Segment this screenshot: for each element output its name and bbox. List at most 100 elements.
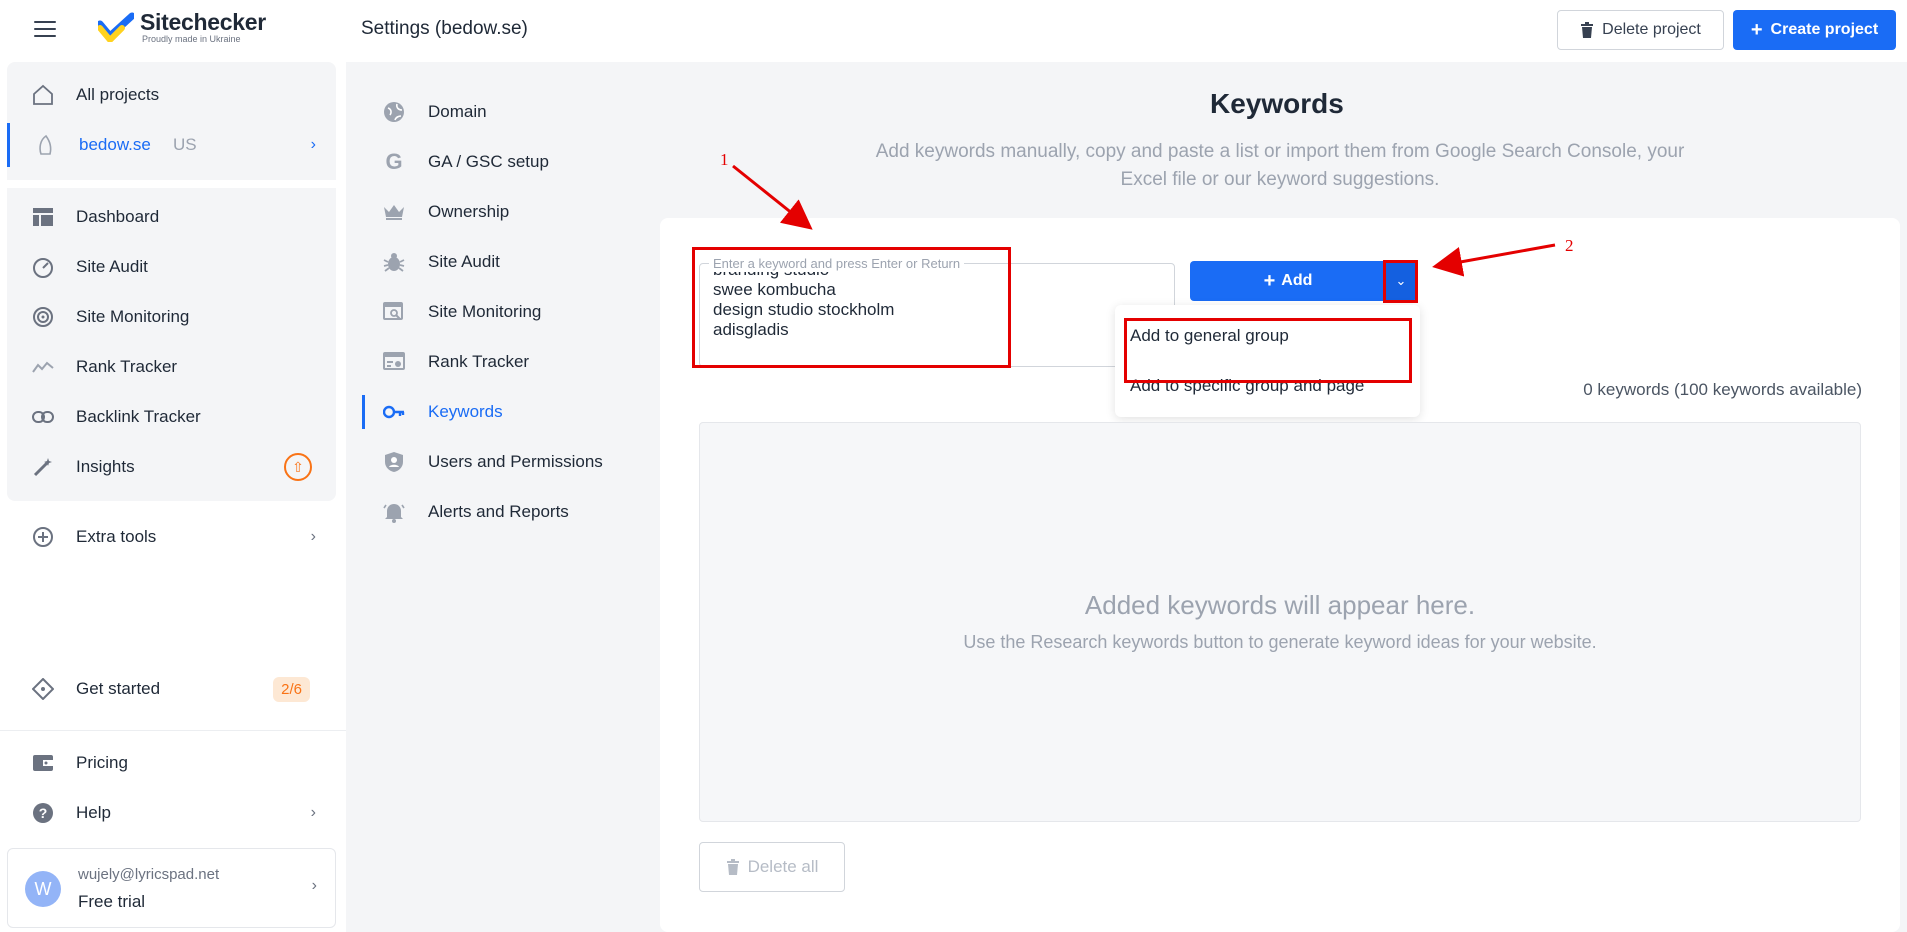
settings-item-alerts-reports[interactable]: Alerts and Reports bbox=[362, 492, 652, 532]
settings-item-ga-gsc[interactable]: G GA / GSC setup bbox=[362, 142, 652, 182]
add-button[interactable]: + Add bbox=[1190, 261, 1386, 301]
link-icon bbox=[31, 405, 55, 429]
bell-icon bbox=[382, 500, 406, 524]
divider bbox=[0, 730, 346, 731]
shield-user-icon bbox=[382, 450, 406, 474]
delete-all-button[interactable]: Delete all bbox=[699, 842, 845, 892]
settings-item-label: Users and Permissions bbox=[428, 452, 603, 471]
wallet-icon bbox=[31, 751, 55, 775]
brand-logo[interactable]: Sitechecker Proudly made in Ukraine bbox=[98, 10, 266, 44]
sidebar-item-label: Extra tools bbox=[76, 527, 157, 546]
monitor-search-icon bbox=[382, 300, 406, 324]
sidebar-item-label: Insights bbox=[76, 457, 135, 476]
rank-window-icon bbox=[382, 350, 406, 374]
settings-item-keywords[interactable]: Keywords bbox=[362, 392, 652, 432]
delete-project-button[interactable]: Delete project bbox=[1557, 10, 1724, 50]
project-name: bedow.se bbox=[79, 135, 151, 154]
settings-item-rank-tracker[interactable]: Rank Tracker bbox=[362, 342, 652, 382]
user-email: wujely@lyricspad.net bbox=[78, 866, 220, 883]
top-header: Sitechecker Proudly made in Ukraine Sett… bbox=[0, 0, 1907, 62]
keywords-empty-state bbox=[699, 422, 1861, 822]
sidebar-item-label: Pricing bbox=[76, 753, 128, 772]
menu-icon[interactable] bbox=[34, 21, 56, 39]
globe-icon bbox=[382, 100, 406, 124]
left-sidebar: All projects bedow.se US › Dashboard Sit… bbox=[0, 62, 346, 932]
keyword-count: 0 keywords (100 keywords available) bbox=[1583, 380, 1862, 399]
delete-all-label: Delete all bbox=[747, 857, 819, 876]
monitoring-icon bbox=[31, 305, 55, 329]
sidebar-item-insights[interactable]: Insights ⇧ bbox=[7, 445, 336, 489]
chevron-right-icon: › bbox=[311, 877, 317, 894]
plus-icon: + bbox=[1263, 270, 1276, 292]
gauge-icon bbox=[31, 255, 55, 279]
settings-item-label: Site Audit bbox=[428, 252, 500, 271]
settings-item-label: Ownership bbox=[428, 202, 510, 221]
home-icon bbox=[31, 83, 55, 107]
section-title: Keywords bbox=[1210, 88, 1344, 119]
chevron-right-icon: › bbox=[310, 804, 316, 821]
sidebar-item-backlink-tracker[interactable]: Backlink Tracker bbox=[7, 395, 336, 439]
chevron-right-icon: › bbox=[310, 136, 316, 153]
sidebar-item-label: Dashboard bbox=[76, 207, 160, 226]
sidebar-item-project[interactable]: bedow.se US › bbox=[7, 123, 336, 167]
sidebar-item-pricing[interactable]: Pricing bbox=[7, 741, 336, 785]
settings-item-ownership[interactable]: Ownership bbox=[362, 192, 652, 232]
sidebar-item-label: Site Monitoring bbox=[76, 307, 190, 326]
bug-icon bbox=[382, 250, 406, 274]
sidebar-item-dashboard[interactable]: Dashboard bbox=[7, 195, 336, 239]
annotation-number-2: 2 bbox=[1565, 236, 1574, 255]
user-plan: Free trial bbox=[78, 892, 146, 911]
settings-item-site-audit[interactable]: Site Audit bbox=[362, 242, 652, 282]
key-icon bbox=[382, 400, 406, 424]
settings-item-site-monitoring[interactable]: Site Monitoring bbox=[362, 292, 652, 332]
annotation-highlight-input bbox=[692, 247, 1011, 368]
annotation-number-1: 1 bbox=[720, 150, 729, 169]
avatar: W bbox=[25, 871, 61, 907]
settings-item-label: Keywords bbox=[428, 402, 503, 421]
plus-icon: + bbox=[1750, 19, 1763, 41]
sidebar-item-site-monitoring[interactable]: Site Monitoring bbox=[7, 295, 336, 339]
sidebar-item-rank-tracker[interactable]: Rank Tracker bbox=[7, 345, 336, 389]
annotation-arrow-1 bbox=[732, 164, 813, 230]
trash-icon bbox=[1581, 22, 1594, 38]
sidebar-item-label: Help bbox=[76, 803, 111, 822]
google-icon: G bbox=[385, 149, 403, 174]
settings-item-label: Rank Tracker bbox=[428, 352, 530, 371]
sidebar-item-help[interactable]: ? Help › bbox=[7, 791, 336, 835]
annotation-highlight-caret bbox=[1383, 260, 1418, 303]
help-icon: ? bbox=[31, 801, 55, 825]
create-project-button[interactable]: + Create project bbox=[1733, 10, 1896, 50]
add-label: Add bbox=[1281, 272, 1313, 289]
user-account-card[interactable]: W wujely@lyricspad.net Free trial › bbox=[7, 848, 336, 928]
chevron-right-icon: › bbox=[310, 528, 316, 545]
sidebar-item-site-audit[interactable]: Site Audit bbox=[7, 245, 336, 289]
settings-item-domain[interactable]: Domain bbox=[362, 92, 652, 132]
settings-item-label: Site Monitoring bbox=[428, 302, 542, 321]
settings-item-label: GA / GSC setup bbox=[428, 152, 549, 171]
page-title: Settings (bedow.se) bbox=[361, 18, 528, 39]
settings-item-users-permissions[interactable]: Users and Permissions bbox=[362, 442, 652, 482]
compass-icon bbox=[31, 677, 55, 701]
sidebar-item-label: Backlink Tracker bbox=[76, 407, 201, 426]
sidebar-item-extra-tools[interactable]: Extra tools › bbox=[7, 515, 336, 559]
trend-icon bbox=[31, 355, 55, 379]
section-subtitle: Add keywords manually, copy and paste a … bbox=[875, 141, 1685, 190]
empty-state-title: Added keywords will appear here. bbox=[1084, 590, 1476, 620]
sidebar-item-get-started[interactable]: Get started 2/6 bbox=[7, 667, 336, 711]
svg-text:?: ? bbox=[39, 805, 48, 821]
brand-tagline: Proudly made in Ukraine bbox=[142, 34, 241, 44]
dashboard-icon bbox=[31, 205, 55, 229]
project-region: US bbox=[173, 135, 197, 154]
settings-nav: Domain G GA / GSC setup Ownership Site A… bbox=[346, 62, 660, 932]
magic-wand-icon bbox=[31, 455, 55, 479]
sidebar-main-group: All projects bedow.se US › Dashboard Sit… bbox=[7, 62, 336, 501]
project-favicon-icon bbox=[34, 133, 58, 157]
settings-item-label: Alerts and Reports bbox=[428, 502, 569, 521]
sidebar-item-label: Rank Tracker bbox=[76, 357, 178, 376]
crown-icon bbox=[382, 200, 406, 224]
delete-project-label: Delete project bbox=[1602, 21, 1701, 38]
sidebar-item-all-projects[interactable]: All projects bbox=[7, 73, 336, 117]
brand-name: Sitechecker bbox=[140, 9, 266, 35]
sidebar-item-label: Get started bbox=[76, 679, 161, 698]
sidebar-item-label: Site Audit bbox=[76, 257, 148, 276]
